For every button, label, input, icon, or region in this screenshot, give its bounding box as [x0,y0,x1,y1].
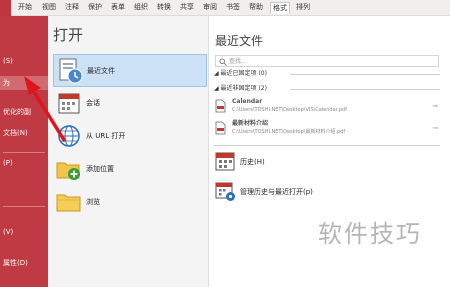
sidebar-item-v[interactable]: (V) [0,227,48,238]
sidebar-item-print[interactable]: (P) [0,158,48,169]
sidebar-divider [3,152,45,153]
tab-format[interactable]: 格式 [270,2,290,14]
recent-file-item[interactable]: Calendar C:\Users\TOSHI.NET\Desktop\VIS\… [214,97,440,119]
recent-pane-title: 最近文件 [215,34,264,48]
pin-icon[interactable]: ⊸ [432,124,438,132]
section-divider [290,74,440,75]
open-item-label: 从 URL 打开 [86,132,126,140]
tab-convert[interactable]: 转换 [155,2,173,13]
tab-protect[interactable]: 保护 [86,2,104,13]
open-session-item[interactable]: 会话 [53,87,207,120]
open-browse-item[interactable]: 浏览 [53,186,207,219]
open-item-label: 浏览 [86,198,100,206]
ribbon-tab-bar: 开始 视图 注释 保护 表单 组织 转换 共享 审阅 书签 帮助 格式 排列 [0,0,450,16]
add-location-icon [56,162,80,180]
open-item-label: 添加位置 [86,165,114,173]
sidebar-item-optimized-copy[interactable]: 优化的副 [0,107,48,118]
manage-history-icon [215,182,235,201]
recent-files-icon [59,58,83,84]
tab-view[interactable]: 视图 [40,2,58,13]
tab-organize[interactable]: 组织 [132,2,150,13]
tab-review[interactable]: 审阅 [201,2,219,13]
tab-bookmark[interactable]: 书签 [224,2,242,13]
sidebar-item-new-document[interactable]: 文档(N) [0,128,48,139]
globe-icon [58,125,80,147]
search-icon [219,58,227,66]
pinned-header-label: 最近已固定项 (0) [220,70,267,77]
history-calendar-icon [215,152,235,171]
recent-file-path: C:\Users\TOSHI.NET\Desktop\VIS\Calendar.… [232,107,347,113]
tab-help[interactable]: 帮助 [247,2,265,13]
unpinned-section-header[interactable]: ◢ 最近非固定项 (2) [214,84,267,93]
sidebar-divider [3,206,45,207]
tab-comment[interactable]: 注释 [63,2,81,13]
manage-history-label: 管理历史与最近打开(p) [240,188,313,196]
history-label: 历史(H) [240,158,265,166]
pdf-file-icon [215,99,226,113]
backstage-window: 开始 视图 注释 保护 表单 组织 转换 共享 审阅 书签 帮助 格式 排列 (… [0,0,450,287]
recent-file-item[interactable]: 最新材料介绍 C:\Users\TOSHI.NET\Desktop\最新材料介绍… [214,119,440,141]
open-recent-files-item[interactable]: 最近文件 [53,54,207,87]
pinned-section-header[interactable]: ◢ 最近已固定项 (0) [214,69,267,78]
tab-home[interactable]: 开始 [16,2,34,13]
recent-file-name: 最新材料介绍 [232,120,269,127]
tab-arrange[interactable]: 排列 [294,2,312,13]
open-from-url-item[interactable]: 从 URL 打开 [53,120,207,153]
recent-search-input[interactable]: 查找... [215,55,439,67]
tab-share[interactable]: 共享 [178,2,196,13]
sidebar-item-save[interactable]: (S) [0,56,48,67]
open-add-location-item[interactable]: 添加位置 [53,153,207,186]
pdf-file-icon [215,121,226,135]
section-divider [290,89,440,90]
open-pane: 打开 最近文件 会话 从 URL 打开 添加位置 浏览 [48,16,209,287]
recent-file-path: C:\Users\TOSHI.NET\Desktop\最新材料介绍.pdf [232,129,346,135]
session-icon [58,93,80,114]
open-pane-title: 打开 [53,26,84,44]
pin-icon[interactable]: ⊸ [432,102,438,110]
search-placeholder: 查找... [229,58,247,65]
unpinned-header-label: 最近非固定项 (2) [220,85,267,92]
folder-icon [56,194,81,212]
section-divider [214,145,440,146]
sidebar-item-properties[interactable]: 属性(D) [0,258,48,269]
open-item-label: 会话 [86,99,100,107]
backstage-sidebar: (S) 为 优化的副 文档(N) (P) (V) 属性(D) [0,16,48,287]
tab-form[interactable]: 表单 [109,2,127,13]
open-item-label: 最近文件 [87,67,115,75]
manage-history-button[interactable]: 管理历史与最近打开(p) [214,179,440,203]
recent-file-name: Calendar [232,98,263,105]
file-tab[interactable] [0,0,11,16]
watermark-text: 软件技巧 [318,220,422,248]
sidebar-item-save-as[interactable]: 为 [0,76,48,90]
history-button[interactable]: 历史(H) [214,149,440,173]
